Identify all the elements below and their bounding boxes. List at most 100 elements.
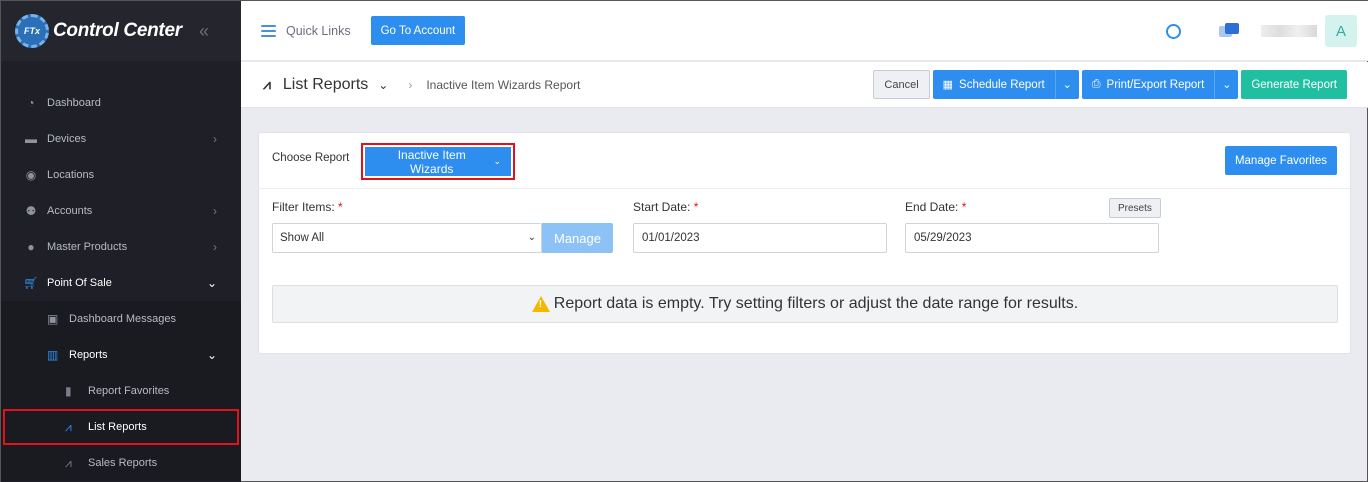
sidebar-item-devices[interactable]: ▬ Devices › [1, 121, 241, 157]
sidebar-item-label: Dashboard Messages [69, 313, 177, 325]
filter-items-select[interactable]: Show All ⌄ [272, 223, 542, 253]
filter-items-label-text: Filter Items: [272, 200, 335, 214]
print-export-dropdown[interactable]: ⌄ [1214, 70, 1239, 99]
sidebar-item-label: Report Favorites [88, 385, 170, 397]
sidebar-item-report-favorites[interactable]: ▮ Report Favorites [1, 373, 241, 409]
sidebar-item-label: Locations [47, 169, 95, 181]
location-pin-icon: ◉ [25, 168, 37, 182]
user-name-blurred [1261, 25, 1317, 37]
go-to-account-button[interactable]: Go To Account [370, 16, 466, 45]
sidebar-item-label: Devices [47, 133, 87, 145]
report-select-value: Inactive Item Wizards [397, 147, 466, 176]
cancel-button[interactable]: Cancel [873, 70, 930, 99]
sidebar: FTx Control Center « ◔ Dashboard ▬ Devic… [1, 1, 241, 482]
sidebar-item-label: Reports [69, 349, 108, 361]
collapse-sidebar-icon[interactable]: « [199, 21, 209, 42]
sidebar-item-label: Dashboard [47, 97, 101, 109]
schedule-report-button[interactable]: ▦ Schedule Report [932, 70, 1055, 99]
empty-report-alert: Report data is empty. Try setting filter… [272, 285, 1338, 323]
sidebar-item-label: Point Of Sale [47, 277, 112, 289]
products-icon: ● [27, 240, 35, 254]
report-select-highlight: Inactive Item Wizards ⌄ [361, 143, 515, 180]
divider [259, 188, 1350, 189]
chevron-down-icon[interactable]: ⌄ [378, 78, 388, 92]
sidebar-item-dashboard[interactable]: ◔ Dashboard [1, 85, 241, 121]
sidebar-item-master-products[interactable]: ● Master Products › [1, 229, 241, 265]
breadcrumb: Inactive Item Wizards Report [426, 77, 581, 92]
sidebar-item-list-reports[interactable]: ⩘ List Reports [3, 409, 239, 445]
page-title[interactable]: List Reports [283, 76, 368, 94]
schedule-report-label: Schedule Report [959, 78, 1045, 91]
end-date-input[interactable]: 05/29/2023 [905, 223, 1159, 253]
cart-icon: 🛒︎ [23, 276, 39, 290]
chevron-right-icon: › [213, 240, 217, 254]
filter-items-label: Filter Items: * [272, 200, 343, 214]
line-chart-icon: ⩘ [65, 419, 72, 434]
end-date-value: 05/29/2023 [914, 232, 972, 244]
chevron-down-icon: ⌄ [206, 276, 217, 290]
sidebar-nav: ◔ Dashboard ▬ Devices › ◉ Locations ⚉ Ac… [1, 61, 241, 481]
pos-submenu: ▣ Dashboard Messages ▥ Reports ⌄ ▮ Repor… [1, 301, 241, 481]
printer-icon: ⎙ [1091, 78, 1101, 90]
filter-items-value: Show All [280, 232, 325, 244]
print-export-label: Print/Export Report [1106, 78, 1205, 91]
header-actions: Cancel ▦ Schedule Report ⌄ ⎙ Print/Expor… [873, 70, 1347, 99]
sidebar-item-label: Accounts [47, 205, 93, 217]
chevron-down-icon: ⌄ [493, 156, 501, 166]
warning-icon [531, 296, 550, 312]
page-header: ⩘ List Reports ⌄ › Inactive Item Wizards… [241, 62, 1368, 108]
chevron-right-icon: › [213, 204, 217, 218]
chat-icon[interactable] [1219, 23, 1239, 39]
required-mark: * [693, 200, 699, 214]
start-date-value: 01/01/2023 [642, 232, 700, 244]
start-date-label-text: Start Date: [633, 200, 691, 214]
end-date-label-text: End Date: [905, 200, 959, 214]
presets-button[interactable]: Presets [1109, 198, 1161, 218]
bar-chart-icon: ▥ [47, 348, 59, 362]
chevron-down-icon: ⌄ [206, 348, 217, 362]
search-icon[interactable] [1166, 23, 1181, 39]
sidebar-item-label: Sales Reports [88, 457, 158, 469]
sidebar-item-label: Master Products [47, 241, 128, 253]
messages-icon: ▣ [47, 312, 59, 326]
dashboard-icon: ◔ [27, 96, 35, 110]
line-chart-icon: ⩘ [263, 76, 271, 92]
required-mark: * [338, 200, 343, 214]
bookmark-icon: ▮ [65, 384, 72, 398]
chevron-down-icon: ⌄ [527, 232, 536, 243]
sidebar-item-sales-reports[interactable]: ⩘ Sales Reports [1, 445, 241, 481]
quick-links[interactable]: Quick Links [286, 24, 351, 38]
choose-report-label: Choose Report [272, 152, 350, 164]
sidebar-item-reports[interactable]: ▥ Reports ⌄ [1, 337, 241, 373]
start-date-label: Start Date: * [633, 200, 698, 214]
sidebar-item-label: List Reports [88, 421, 147, 433]
sidebar-item-point-of-sale[interactable]: 🛒︎ Point Of Sale ⌄ [1, 265, 241, 301]
sidebar-item-accounts[interactable]: ⚉ Accounts › [1, 193, 241, 229]
avatar[interactable]: A [1325, 15, 1357, 47]
schedule-report-split: ▦ Schedule Report ⌄ [932, 70, 1079, 99]
brand-logo-icon: FTx [15, 14, 49, 48]
menu-icon[interactable] [261, 24, 276, 37]
manage-button[interactable]: Manage [542, 223, 613, 253]
line-chart-icon: ⩘ [65, 455, 72, 470]
generate-report-button[interactable]: Generate Report [1241, 70, 1347, 99]
top-right-tools: A [1166, 15, 1357, 47]
print-export-button[interactable]: ⎙ Print/Export Report [1081, 70, 1215, 99]
chevron-right-icon: › [213, 132, 217, 146]
sidebar-item-locations[interactable]: ◉ Locations [1, 157, 241, 193]
schedule-report-dropdown[interactable]: ⌄ [1054, 70, 1079, 99]
chevron-right-icon: › [408, 77, 413, 92]
devices-icon: ▬ [25, 132, 37, 146]
users-icon: ⚉ [25, 204, 37, 218]
brand-title: Control Center [53, 20, 182, 41]
print-export-split: ⎙ Print/Export Report ⌄ [1081, 70, 1239, 99]
calendar-icon: ▦ [942, 79, 954, 91]
start-date-input[interactable]: 01/01/2023 [633, 223, 887, 253]
sidebar-item-dashboard-messages[interactable]: ▣ Dashboard Messages [1, 301, 241, 337]
end-date-label: End Date: * [905, 200, 966, 214]
report-select-dropdown[interactable]: Inactive Item Wizards ⌄ [365, 147, 511, 176]
report-card: Choose Report Inactive Item Wizards ⌄ Ma… [258, 132, 1351, 354]
empty-report-message: Report data is empty. Try setting filter… [553, 295, 1079, 312]
manage-favorites-button[interactable]: Manage Favorites [1224, 146, 1337, 175]
top-bar: Quick Links Go To Account A [241, 1, 1368, 61]
